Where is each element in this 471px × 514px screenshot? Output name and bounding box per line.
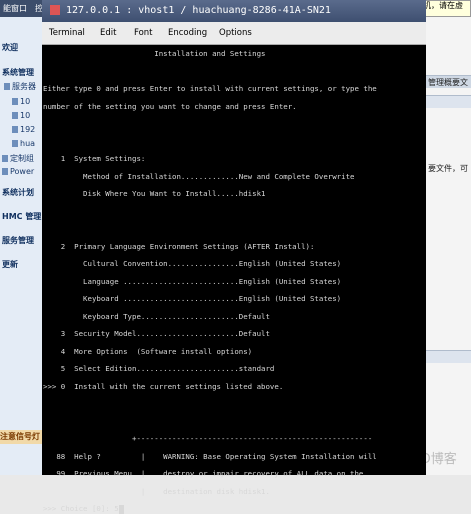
terminal-line: 3 Security Model.......................D… bbox=[43, 329, 270, 338]
terminal-line: Disk Where You Want to Install.....hdisk… bbox=[43, 189, 266, 198]
terminal-line: Either type 0 and press Enter to install… bbox=[43, 84, 377, 93]
nav-system-plans[interactable]: 系统计划 bbox=[2, 187, 34, 198]
nav-hmc-management[interactable]: HMC 管理 bbox=[2, 211, 41, 222]
terminal-line: | destination disk hdisk1. bbox=[43, 486, 270, 496]
choice-prompt[interactable]: >>> Choice [0]: 5 bbox=[43, 504, 124, 514]
terminal-line: Installation and Settings bbox=[43, 49, 266, 58]
attention-indicator[interactable]: 注意信号灯 bbox=[0, 430, 42, 444]
terminal-line: Language ..........................Engli… bbox=[43, 276, 342, 286]
group-icon bbox=[2, 155, 8, 162]
server-icon bbox=[12, 98, 18, 105]
terminal-line: 88 Help ? | WARNING: Base Operating Syst… bbox=[43, 451, 377, 461]
server-icon bbox=[12, 140, 18, 147]
terminal-line: Keyboard Type......................Defau… bbox=[43, 311, 270, 321]
menu-options[interactable]: Options bbox=[219, 22, 252, 44]
content-subbar bbox=[426, 95, 471, 108]
menu-terminal[interactable]: Terminal bbox=[49, 22, 85, 44]
terminal-line: +---------------------------------------… bbox=[43, 434, 373, 443]
power-icon bbox=[2, 168, 8, 175]
tree-item[interactable]: hua bbox=[12, 139, 35, 148]
nav-welcome[interactable]: 欢迎 bbox=[2, 42, 18, 53]
content-text: 要文件，可 bbox=[428, 164, 468, 173]
terminal-line: 4 More Options (Software install options… bbox=[43, 346, 253, 356]
terminal-title: 127.0.0.1 : vhost1 / huachuang-8286-41A-… bbox=[66, 5, 331, 16]
server-icon bbox=[4, 83, 10, 90]
terminal-screen[interactable]: Installation and Settings Either type 0 a… bbox=[42, 45, 426, 514]
terminal-line: number of the setting you want to change… bbox=[43, 101, 297, 111]
server-icon bbox=[12, 126, 18, 133]
terminal-line: 5 Select Edition.......................s… bbox=[43, 364, 275, 373]
tree-item[interactable]: 192 bbox=[12, 125, 35, 134]
content-footer-bar bbox=[426, 350, 471, 363]
menu-font[interactable]: Font bbox=[134, 22, 153, 44]
nav-updates[interactable]: 更新 bbox=[2, 259, 18, 270]
server-icon bbox=[12, 112, 18, 119]
terminal-line: Keyboard ..........................Engli… bbox=[43, 294, 342, 303]
hmc-navigation-pane: 欢迎 系统管理 服务器 10 10 192 hua 定制组 Power 系统计划… bbox=[0, 17, 43, 475]
text-cursor bbox=[118, 504, 124, 514]
tree-item[interactable]: 10 bbox=[12, 97, 30, 106]
hmc-tab-window[interactable]: 能窗口 bbox=[0, 0, 30, 17]
terminal-title-bar[interactable]: 127.0.0.1 : vhost1 / huachuang-8286-41A-… bbox=[42, 0, 426, 22]
menu-encoding[interactable]: Encoding bbox=[168, 22, 207, 44]
terminal-line: 1 System Settings: bbox=[43, 154, 146, 163]
terminal-line: >>> 0 Install with the current settings … bbox=[43, 381, 284, 391]
nav-system-management[interactable]: 系统管理 bbox=[2, 67, 34, 78]
terminal-line: 99 Previous Menu | destroy or impair rec… bbox=[43, 469, 364, 478]
terminal-app-icon bbox=[50, 5, 60, 15]
nav-power[interactable]: Power bbox=[2, 167, 34, 176]
content-header: 管理概要文 bbox=[428, 78, 468, 87]
terminal-line: Method of Installation.............New a… bbox=[43, 171, 355, 181]
terminal-line: Cultural Convention................Engli… bbox=[43, 259, 342, 268]
nav-custom-groups[interactable]: 定制组 bbox=[2, 153, 34, 164]
nav-service-management[interactable]: 服务管理 bbox=[2, 235, 34, 246]
menu-edit[interactable]: Edit bbox=[100, 22, 116, 44]
terminal-window[interactable]: 127.0.0.1 : vhost1 / huachuang-8286-41A-… bbox=[42, 0, 426, 514]
terminal-line: 2 Primary Language Environment Settings … bbox=[43, 241, 315, 251]
tree-item[interactable]: 10 bbox=[12, 111, 30, 120]
terminal-menu-bar: Terminal Edit Font Encoding Options bbox=[42, 22, 426, 45]
nav-servers[interactable]: 服务器 bbox=[4, 81, 36, 92]
